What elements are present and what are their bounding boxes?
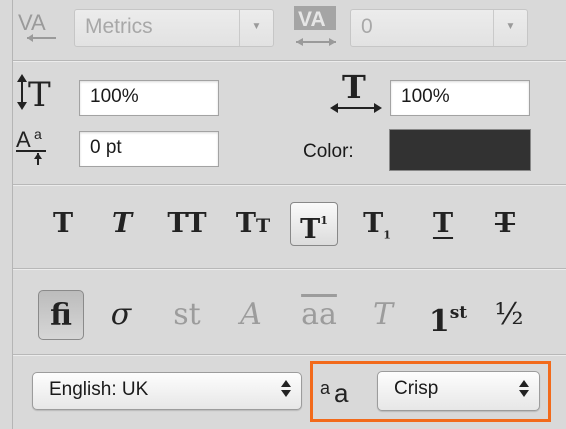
ordinals-mark: st	[449, 303, 468, 323]
svg-text:A: A	[16, 127, 31, 152]
faux-bold-glyph: T	[52, 208, 74, 239]
subscript-button[interactable]: T1	[356, 202, 398, 246]
subscript-mark: 1	[383, 228, 391, 242]
tracking-value: 0	[361, 15, 373, 38]
ordinals-glyph: 1	[428, 304, 450, 339]
underline-button[interactable]: T	[422, 202, 464, 246]
superscript-glyph: T	[300, 214, 321, 245]
svg-text:A: A	[31, 10, 46, 35]
svg-text:a: a	[34, 126, 42, 142]
kerning-dropdown[interactable]: Metrics ▼	[74, 9, 274, 47]
tracking-icon: VA	[290, 4, 342, 52]
kerning-value: Metrics	[85, 15, 153, 38]
color-swatch[interactable]	[389, 129, 531, 171]
language-value: English: UK	[49, 379, 149, 400]
titling-alternates-button[interactable]: T	[360, 290, 406, 340]
svg-text:T: T	[28, 75, 51, 114]
chevron-down-icon: ▼	[239, 10, 273, 46]
subscript-glyph: T	[363, 208, 384, 239]
vertical-scale-icon: T	[16, 72, 68, 115]
superscript-button[interactable]: T1	[290, 202, 338, 246]
contextual-alternates-button[interactable]: σ	[98, 290, 144, 340]
horizontal-scale-value: 100%	[401, 86, 450, 107]
vertical-scale-field[interactable]: 100%	[79, 80, 219, 116]
baseline-shift-value: 0 pt	[90, 137, 122, 158]
horizontal-scale-icon: T	[328, 66, 388, 120]
kerning-icon: V A	[18, 8, 62, 48]
fractions-button[interactable]: ½	[486, 290, 532, 340]
svg-text:VA: VA	[298, 8, 326, 31]
divider	[13, 354, 566, 355]
divider	[13, 60, 566, 61]
divider	[13, 184, 566, 185]
faux-bold-button[interactable]: T	[42, 202, 84, 246]
chevron-down-icon: ▼	[493, 10, 527, 46]
stylistic-alternates-glyph: aa	[301, 297, 337, 332]
vertical-scale-value: 100%	[90, 86, 139, 107]
baseline-shift-icon: A a	[16, 123, 68, 167]
ordinals-button[interactable]: 1st	[420, 290, 476, 340]
divider	[13, 268, 566, 269]
color-label: Color:	[303, 141, 354, 162]
tracking-dropdown[interactable]: 0 ▼	[350, 9, 528, 47]
swash-glyph: A	[240, 297, 262, 332]
strikethrough-button[interactable]: T	[484, 202, 526, 246]
small-caps-glyph: TT	[235, 208, 271, 239]
standard-ligatures-glyph: fi	[50, 298, 72, 333]
faux-italic-glyph: T	[111, 208, 133, 239]
swash-button[interactable]: A	[228, 290, 274, 340]
stylistic-alternates-button[interactable]: aa	[292, 290, 346, 340]
all-caps-glyph: TT	[167, 208, 207, 239]
superscript-mark: 1	[320, 214, 328, 227]
antialias-highlight	[310, 361, 551, 422]
fractions-glyph: ½	[494, 297, 524, 332]
discretionary-ligatures-button[interactable]: st	[164, 290, 210, 340]
contextual-alternates-glyph: σ	[110, 297, 132, 332]
faux-italic-button[interactable]: T	[101, 202, 143, 246]
underline-glyph: T	[432, 208, 454, 239]
discretionary-ligatures-glyph: st	[173, 297, 201, 332]
language-dropdown[interactable]: English: UK	[32, 372, 302, 410]
titling-alternates-glyph: T	[372, 297, 393, 332]
baseline-shift-field[interactable]: 0 pt	[79, 131, 219, 167]
standard-ligatures-button[interactable]: fi	[38, 290, 84, 340]
updown-arrows-icon	[281, 380, 291, 397]
strikethrough-glyph: T	[494, 208, 516, 239]
all-caps-button[interactable]: TT	[162, 202, 212, 246]
svg-text:T: T	[342, 68, 366, 106]
horizontal-scale-field[interactable]: 100%	[390, 80, 530, 116]
small-caps-button[interactable]: TT	[228, 202, 278, 246]
